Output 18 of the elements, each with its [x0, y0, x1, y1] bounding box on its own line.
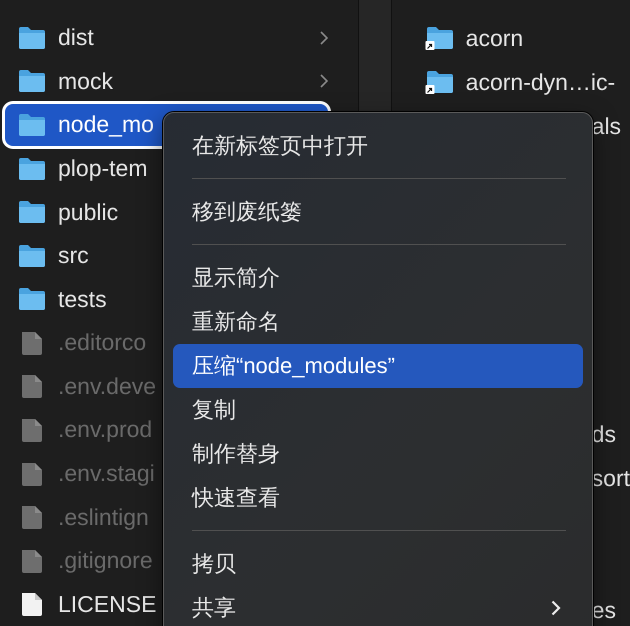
file-name: .env.deve	[58, 372, 156, 400]
file-name: tests	[58, 286, 107, 313]
file-name: .gitignore	[58, 547, 153, 574]
file-name: LICENSE	[58, 590, 156, 618]
file-name: sort	[592, 464, 630, 492]
file-name: .env.stagi	[58, 460, 155, 488]
file-name: .eslintign	[58, 504, 149, 531]
file-name: .editorco	[58, 329, 146, 356]
file-name: acorn	[466, 24, 524, 52]
file-name: plop-tem	[58, 155, 148, 182]
file-name: public	[58, 198, 118, 226]
file-name: dist	[58, 24, 94, 52]
file-name: node_mo	[58, 111, 154, 138]
file-name: mock	[58, 68, 113, 95]
file-name: .env.prod	[58, 416, 152, 444]
file-name: acorn-dyn…ic-	[466, 68, 616, 96]
file-name: src	[58, 242, 89, 270]
file-name: als	[592, 112, 622, 140]
